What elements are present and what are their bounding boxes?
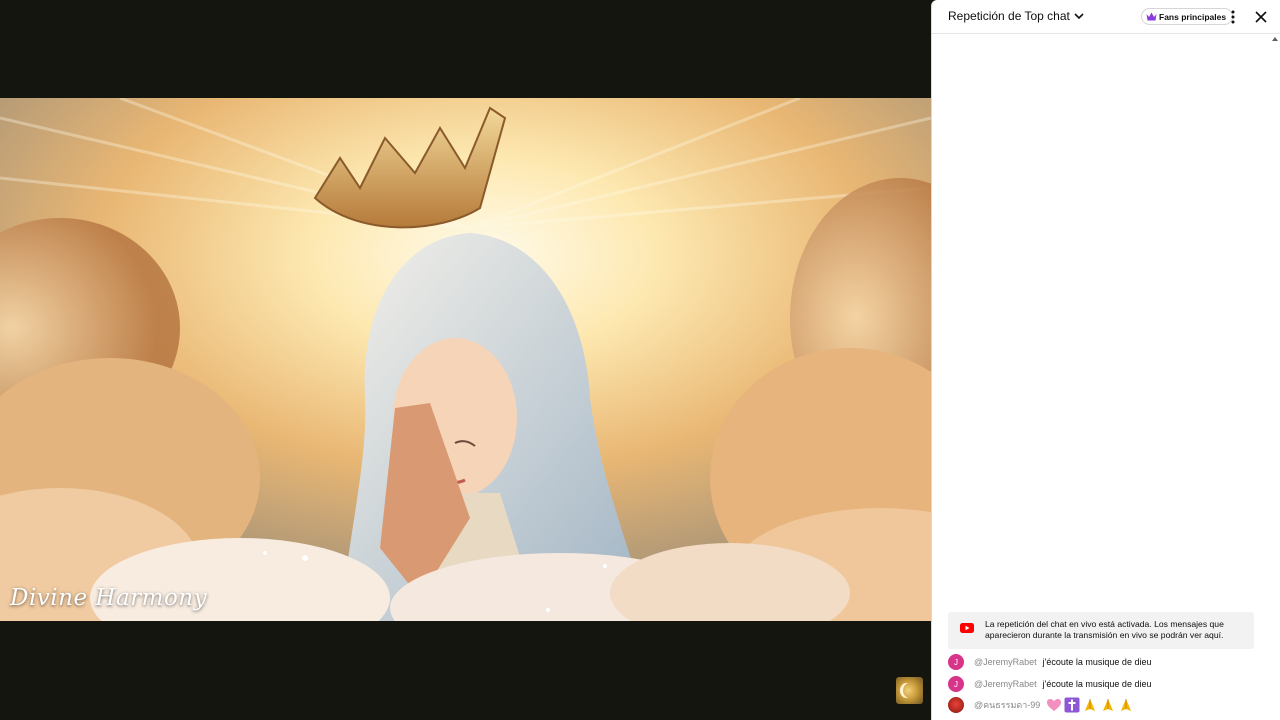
pink-heart-icon [1047,699,1062,711]
scroll-up-arrow-icon[interactable] [1271,35,1279,43]
notice-text: La repetición del chat en vivo está acti… [985,619,1224,640]
close-icon[interactable] [1253,9,1269,25]
avatar[interactable]: J [948,654,964,670]
chat-message[interactable]: J @JeremyRabet j'écoute la musique de di… [948,675,1268,693]
top-fans-label: Fans principales [1159,11,1227,22]
message-author[interactable]: @JeremyRabet [974,657,1037,667]
chat-replay-notice: La repetición del chat en vivo está acti… [948,612,1254,649]
chevron-down-icon [1074,13,1084,20]
message-text: j'écoute la musique de dieu [1042,679,1152,689]
youtube-logo-icon [960,623,974,633]
message-text: j'écoute la musique de dieu [1042,657,1152,667]
latin-cross-icon [1064,697,1080,713]
crown-icon [1146,12,1157,21]
video-player[interactable]: Divine Harmony [0,0,931,720]
message-author[interactable]: @JeremyRabet [974,679,1037,689]
video-artwork [0,98,931,621]
chat-mode-dropdown[interactable]: Repetición de Top chat [948,9,1085,23]
message-emojis [1046,697,1134,713]
message-author[interactable]: @คนธรรมดา-99 [974,698,1040,712]
video-frame[interactable] [0,98,931,621]
channel-watermark: Divine Harmony [10,585,208,611]
chat-message[interactable]: @คนธรรมดา-99 [948,696,1268,714]
channel-branding-icon[interactable] [896,677,923,704]
folded-hands-icon [1103,699,1114,711]
chat-message[interactable]: J @JeremyRabet j'écoute la musique de di… [948,653,1268,671]
avatar[interactable]: J [948,676,964,692]
folded-hands-icon [1085,699,1096,711]
more-options-icon[interactable] [1225,9,1241,25]
folded-hands-icon [1121,699,1132,711]
top-fans-button[interactable]: Fans principales [1141,8,1234,25]
page: Divine Harmony Repetición de Top chat Fa… [0,0,1280,720]
chat-title-label: Repetición de Top chat [948,9,1070,23]
chat-header: Repetición de Top chat Fans principales [932,0,1280,34]
live-chat-panel: Repetición de Top chat Fans principales [931,0,1280,720]
avatar[interactable] [948,697,964,713]
